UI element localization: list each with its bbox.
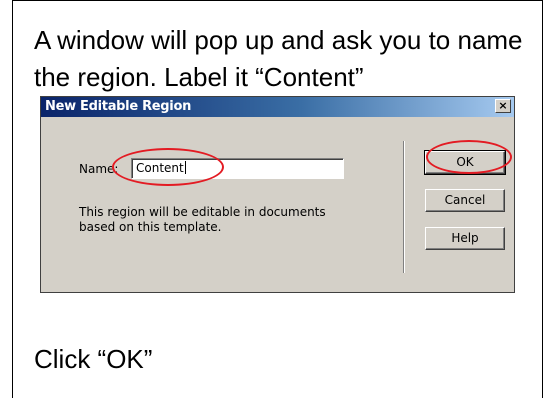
instruction-text: A window will pop up and ask you to name… xyxy=(34,25,523,92)
region-description: This region will be editable in document… xyxy=(79,205,326,234)
close-button[interactable]: × xyxy=(495,99,511,113)
name-label: Name: xyxy=(79,162,119,176)
cancel-button[interactable]: Cancel xyxy=(425,189,505,212)
name-input-value: Content xyxy=(136,161,184,175)
text-caret xyxy=(184,161,186,174)
dialog-titlebar: New Editable Region × xyxy=(41,97,514,117)
name-input[interactable]: Content xyxy=(131,158,344,179)
help-button[interactable]: Help xyxy=(425,227,505,250)
dialog-title: New Editable Region xyxy=(45,99,192,114)
caption-text: Click “OK” xyxy=(34,344,153,374)
close-icon: × xyxy=(498,99,508,112)
vertical-separator xyxy=(403,141,405,273)
ok-button[interactable]: OK xyxy=(424,150,506,175)
new-editable-region-dialog: New Editable Region × Name: Content This… xyxy=(40,96,515,293)
